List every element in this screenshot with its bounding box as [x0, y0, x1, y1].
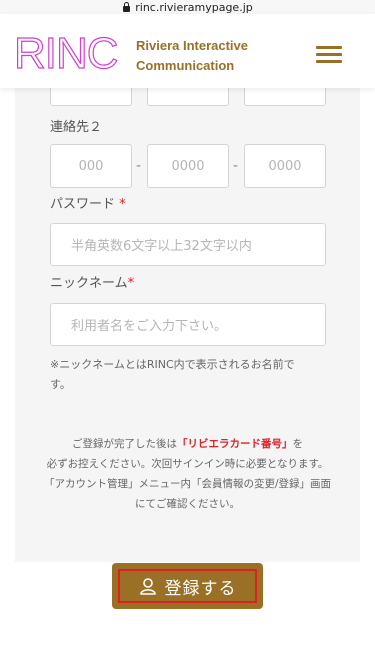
- notice-line4: にてご確認ください。: [135, 498, 240, 510]
- logo-tagline: Riviera Interactive Communication: [136, 36, 248, 76]
- tagline-line2: Communication: [136, 58, 235, 73]
- nickname-placeholder: 利用者名をご入力下さい。: [71, 319, 228, 334]
- notice-line2: 必ずお控えください。次回サインイン時に必要となります。: [46, 458, 329, 470]
- register-button[interactable]: 登録する: [112, 563, 263, 609]
- password-label: パスワード *: [50, 193, 126, 212]
- nickname-note-line1: ※ニックネームとはRINC内で表示されるお名前で: [50, 358, 295, 371]
- site-header: RINC Riviera Interactive Communication: [0, 14, 375, 88]
- password-field[interactable]: 半角英数6文字以上32文字以内: [50, 223, 326, 266]
- notice-line1: ご登録が完了した後は「リビエラカード番号」を: [15, 434, 360, 454]
- nickname-label: ニックネーム*: [50, 272, 134, 291]
- nickname-label-text: ニックネーム: [50, 276, 128, 291]
- contact2-part2-field[interactable]: 0000: [147, 144, 229, 188]
- contact2-part2-placeholder: 0000: [171, 158, 205, 174]
- nickname-field[interactable]: 利用者名をご入力下さい。: [50, 303, 326, 346]
- form-panel: 000 - 0000 - 0000 連絡先２ 000 - 0000 - 0000…: [15, 62, 360, 562]
- hamburger-menu-icon[interactable]: [316, 46, 342, 64]
- notice-line1-post: を: [292, 438, 304, 450]
- notice-line1-pre: ご登録が完了した後は: [72, 438, 177, 450]
- register-button-focus-outline: 登録する: [118, 569, 257, 603]
- riviera-card-number-emphasis: 「リビエラカード番号」: [177, 438, 293, 450]
- contact2-separator-2: -: [233, 158, 239, 174]
- contact2-separator-1: -: [136, 158, 142, 174]
- contact2-part1-field[interactable]: 000: [50, 144, 132, 188]
- tagline-line1: Riviera Interactive: [136, 38, 249, 53]
- nickname-note: ※ニックネームとはRINC内で表示されるお名前で す。: [50, 355, 330, 395]
- url-text: rinc.rivieramypage.jp: [135, 0, 253, 14]
- password-label-text: パスワード: [50, 197, 116, 212]
- user-icon: [139, 578, 156, 595]
- contact2-part1-placeholder: 000: [78, 158, 104, 174]
- contact2-part3-placeholder: 0000: [268, 158, 302, 174]
- registration-notice: ご登録が完了した後は「リビエラカード番号」を 必ずお控えください。次回サインイン…: [15, 434, 360, 514]
- password-required-mark: *: [119, 197, 126, 212]
- contact2-part3-field[interactable]: 0000: [244, 144, 326, 188]
- nickname-note-line2: す。: [50, 378, 71, 391]
- contact2-label: 連絡先２: [50, 120, 103, 135]
- lock-icon: [122, 2, 131, 12]
- nickname-required-mark: *: [127, 276, 135, 291]
- notice-line3: 「アカウント管理」メニュー内「会員情報の変更/登録」画面: [43, 478, 332, 490]
- register-button-label: 登録する: [164, 578, 237, 599]
- password-placeholder: 半角英数6文字以上32文字以内: [71, 239, 252, 254]
- browser-url-bar[interactable]: rinc.rivieramypage.jp: [0, 0, 375, 14]
- rinc-logo[interactable]: RINC: [13, 31, 119, 76]
